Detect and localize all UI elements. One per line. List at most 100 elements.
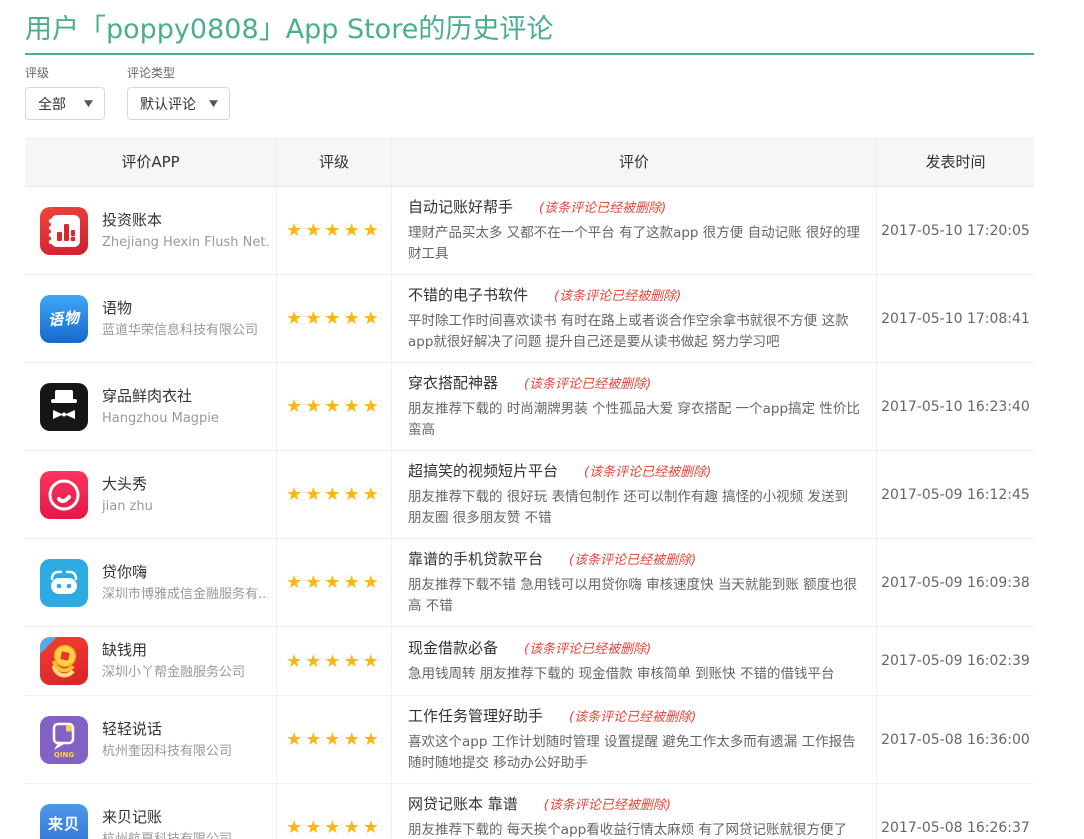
rating-cell: ★★★★★ [277,784,392,839]
chevron-down-icon: ▼ [84,99,93,109]
app-company: 杭州航夏科技有限公司 [102,831,232,839]
star-rating: ★★★★★ [286,572,382,593]
review-title: 不错的电子书软件 [408,284,528,306]
pig-face-icon [40,559,88,607]
table-row: 语物 语物 蓝道华荣信息科技有限公司 ★★★★★ 不错的电子书软件 (该条评论已… [25,275,1034,363]
review-deleted-note: (该条评论已经被删除) [539,197,666,216]
star-rating: ★★★★★ [286,651,382,672]
app-cell: 来贝 来贝记账 杭州航夏科技有限公司 [25,784,277,839]
app-company: 杭州奎因科技有限公司 [102,743,232,761]
review-body: 朋友推荐下载的 每天挨个app看收益行情太麻烦 有了网贷记账就很方便了 图标轻松… [408,820,860,839]
star-rating: ★★★★★ [286,396,382,417]
page-header: 用户「poppy0808」App Store的历史评论 [25,0,1034,55]
rating-cell: ★★★★★ [277,451,392,538]
review-body: 喜欢这个app 工作计划随时管理 设置提醒 避免工作太多而有遗漏 工作报告随时随… [408,732,860,774]
app-cell: 贷你嗨 深圳市博雅成信金融服务有... [25,539,277,626]
app-name: 穿品鲜肉衣社 [102,386,219,406]
app-name: 大头秀 [102,474,153,494]
review-deleted-note: (该条评论已经被删除) [569,549,696,568]
filter-review-type: 评论类型 默认评论 ▼ [127,65,230,120]
time-cell: 2017-05-09 16:02:39 [877,627,1034,695]
time-cell: 2017-05-09 16:09:38 [877,539,1034,626]
review-title: 超搞笑的视频短片平台 [408,460,558,482]
review-deleted-note: (该条评论已经被删除) [544,794,671,813]
app-company: 深圳小丫帮金融服务公司 [102,664,245,682]
review-cell: 现金借款必备 (该条评论已经被删除) 急用钱周转 朋友推荐下载的 现金借款 审核… [392,627,877,695]
app-cell: 缺钱用 深圳小丫帮金融服务公司 [25,627,277,695]
app-cell: 投资账本 Zhejiang Hexin Flush Net... [25,187,277,274]
column-header-review: 评价 [392,137,877,186]
time-cell: 2017-05-10 16:23:40 [877,363,1034,450]
review-cell: 工作任务管理好助手 (该条评论已经被删除) 喜欢这个app 工作计划随时管理 设… [392,696,877,783]
tophat-bowtie-icon [40,383,88,431]
app-company: 深圳市博雅成信金融服务有... [102,586,268,604]
table-row: 来贝 来贝记账 杭州航夏科技有限公司 ★★★★★ 网贷记账本 靠谱 (该条评论已… [25,784,1034,839]
rating-cell: ★★★★★ [277,627,392,695]
review-deleted-note: (该条评论已经被删除) [569,706,696,725]
review-title: 靠谱的手机贷款平台 [408,548,543,570]
star-rating: ★★★★★ [286,729,382,750]
rating-cell: ★★★★★ [277,187,392,274]
ledger-icon [40,207,88,255]
star-rating: ★★★★★ [286,484,382,505]
app-cell: 穿品鲜肉衣社 Hangzhou Magpie [25,363,277,450]
table-row: 穿品鲜肉衣社 Hangzhou Magpie ★★★★★ 穿衣搭配神器 (该条评… [25,363,1034,451]
review-deleted-note: (该条评论已经被删除) [554,285,681,304]
filter-rating: 评级 全部 ▼ [25,65,105,120]
time-cell: 2017-05-10 17:08:41 [877,275,1034,362]
time-cell: 2017-05-09 16:12:45 [877,451,1034,538]
star-rating: ★★★★★ [286,220,382,241]
chevron-down-icon: ▼ [209,99,218,109]
review-body: 朋友推荐下载不错 急用钱可以用贷你嗨 审核速度快 当天就能到账 额度也很高 不错 [408,575,860,617]
table-row: QING 轻轻说话 杭州奎因科技有限公司 ★★★★★ 工作任务管理好助手 (该条… [25,696,1034,784]
app-cell: 语物 语物 蓝道华荣信息科技有限公司 [25,275,277,362]
filter-review-type-select[interactable]: 默认评论 ▼ [127,87,230,120]
page-title: 用户「poppy0808」App Store的历史评论 [25,13,1034,47]
filter-rating-label: 评级 [25,65,105,81]
table-header: 评价APP 评级 评价 发表时间 [25,137,1034,187]
table-row: 缺钱用 深圳小丫帮金融服务公司 ★★★★★ 现金借款必备 (该条评论已经被删除)… [25,627,1034,696]
review-deleted-note: (该条评论已经被删除) [584,461,711,480]
review-title: 穿衣搭配神器 [408,372,498,394]
filter-review-type-label: 评论类型 [127,65,230,81]
filter-rating-select[interactable]: 全部 ▼ [25,87,105,120]
page: 用户「poppy0808」App Store的历史评论 评级 全部 ▼ 评论类型… [0,0,1084,839]
app-name: 来贝记账 [102,807,232,827]
review-cell: 网贷记账本 靠谱 (该条评论已经被删除) 朋友推荐下载的 每天挨个app看收益行… [392,784,877,839]
review-body: 急用钱周转 朋友推荐下载的 现金借款 审核简单 到账快 不错的借钱平台 [408,664,860,685]
review-body: 朋友推荐下载的 时尚潮牌男装 个性孤品大爱 穿衣搭配 一个app搞定 性价比蛮高 [408,399,860,441]
review-body: 理财产品买太多 又都不在一个平台 有了这款app 很方便 自动记账 很好的理财工… [408,223,860,265]
review-title: 现金借款必备 [408,637,498,659]
review-cell: 穿衣搭配神器 (该条评论已经被删除) 朋友推荐下载的 时尚潮牌男装 个性孤品大爱… [392,363,877,450]
column-header-app: 评价APP [25,137,277,186]
table-body: 投资账本 Zhejiang Hexin Flush Net... ★★★★★ 自… [25,187,1034,839]
app-name: 语物 [102,298,258,318]
review-cell: 自动记账好帮手 (该条评论已经被删除) 理财产品买太多 又都不在一个平台 有了这… [392,187,877,274]
filters-bar: 评级 全部 ▼ 评论类型 默认评论 ▼ [25,65,1034,120]
review-deleted-note: (该条评论已经被删除) [524,638,651,657]
filter-rating-value: 全部 [38,94,66,114]
app-cell: QING 轻轻说话 杭州奎因科技有限公司 [25,696,277,783]
face-circle-icon [40,471,88,519]
review-body: 朋友推荐下载的 很好玩 表情包制作 还可以制作有趣 搞怪的小视频 发送到朋友圈 … [408,487,860,529]
star-rating: ★★★★★ [286,817,382,838]
app-name: 投资账本 [102,210,268,230]
yuwu-book-icon: 语物 [40,295,88,343]
column-header-time: 发表时间 [877,137,1034,186]
filter-review-type-value: 默认评论 [140,94,196,114]
svg-text:QING: QING [54,751,74,759]
rating-cell: ★★★★★ [277,696,392,783]
review-deleted-note: (该条评论已经被删除) [524,373,651,392]
review-cell: 靠谱的手机贷款平台 (该条评论已经被删除) 朋友推荐下载不错 急用钱可以用贷你嗨… [392,539,877,626]
gold-coins-icon [40,637,88,685]
app-company: jian zhu [102,498,153,516]
review-title: 工作任务管理好助手 [408,705,543,727]
app-company: Zhejiang Hexin Flush Net... [102,234,268,252]
review-title: 自动记账好帮手 [408,196,513,218]
rating-cell: ★★★★★ [277,363,392,450]
reviews-table: 评价APP 评级 评价 发表时间 投资账本 Zhejiang Hexin Flu… [25,137,1034,839]
table-row: 大头秀 jian zhu ★★★★★ 超搞笑的视频短片平台 (该条评论已经被删除… [25,451,1034,539]
time-cell: 2017-05-08 16:36:00 [877,696,1034,783]
time-cell: 2017-05-08 16:26:37 [877,784,1034,839]
app-cell: 大头秀 jian zhu [25,451,277,538]
